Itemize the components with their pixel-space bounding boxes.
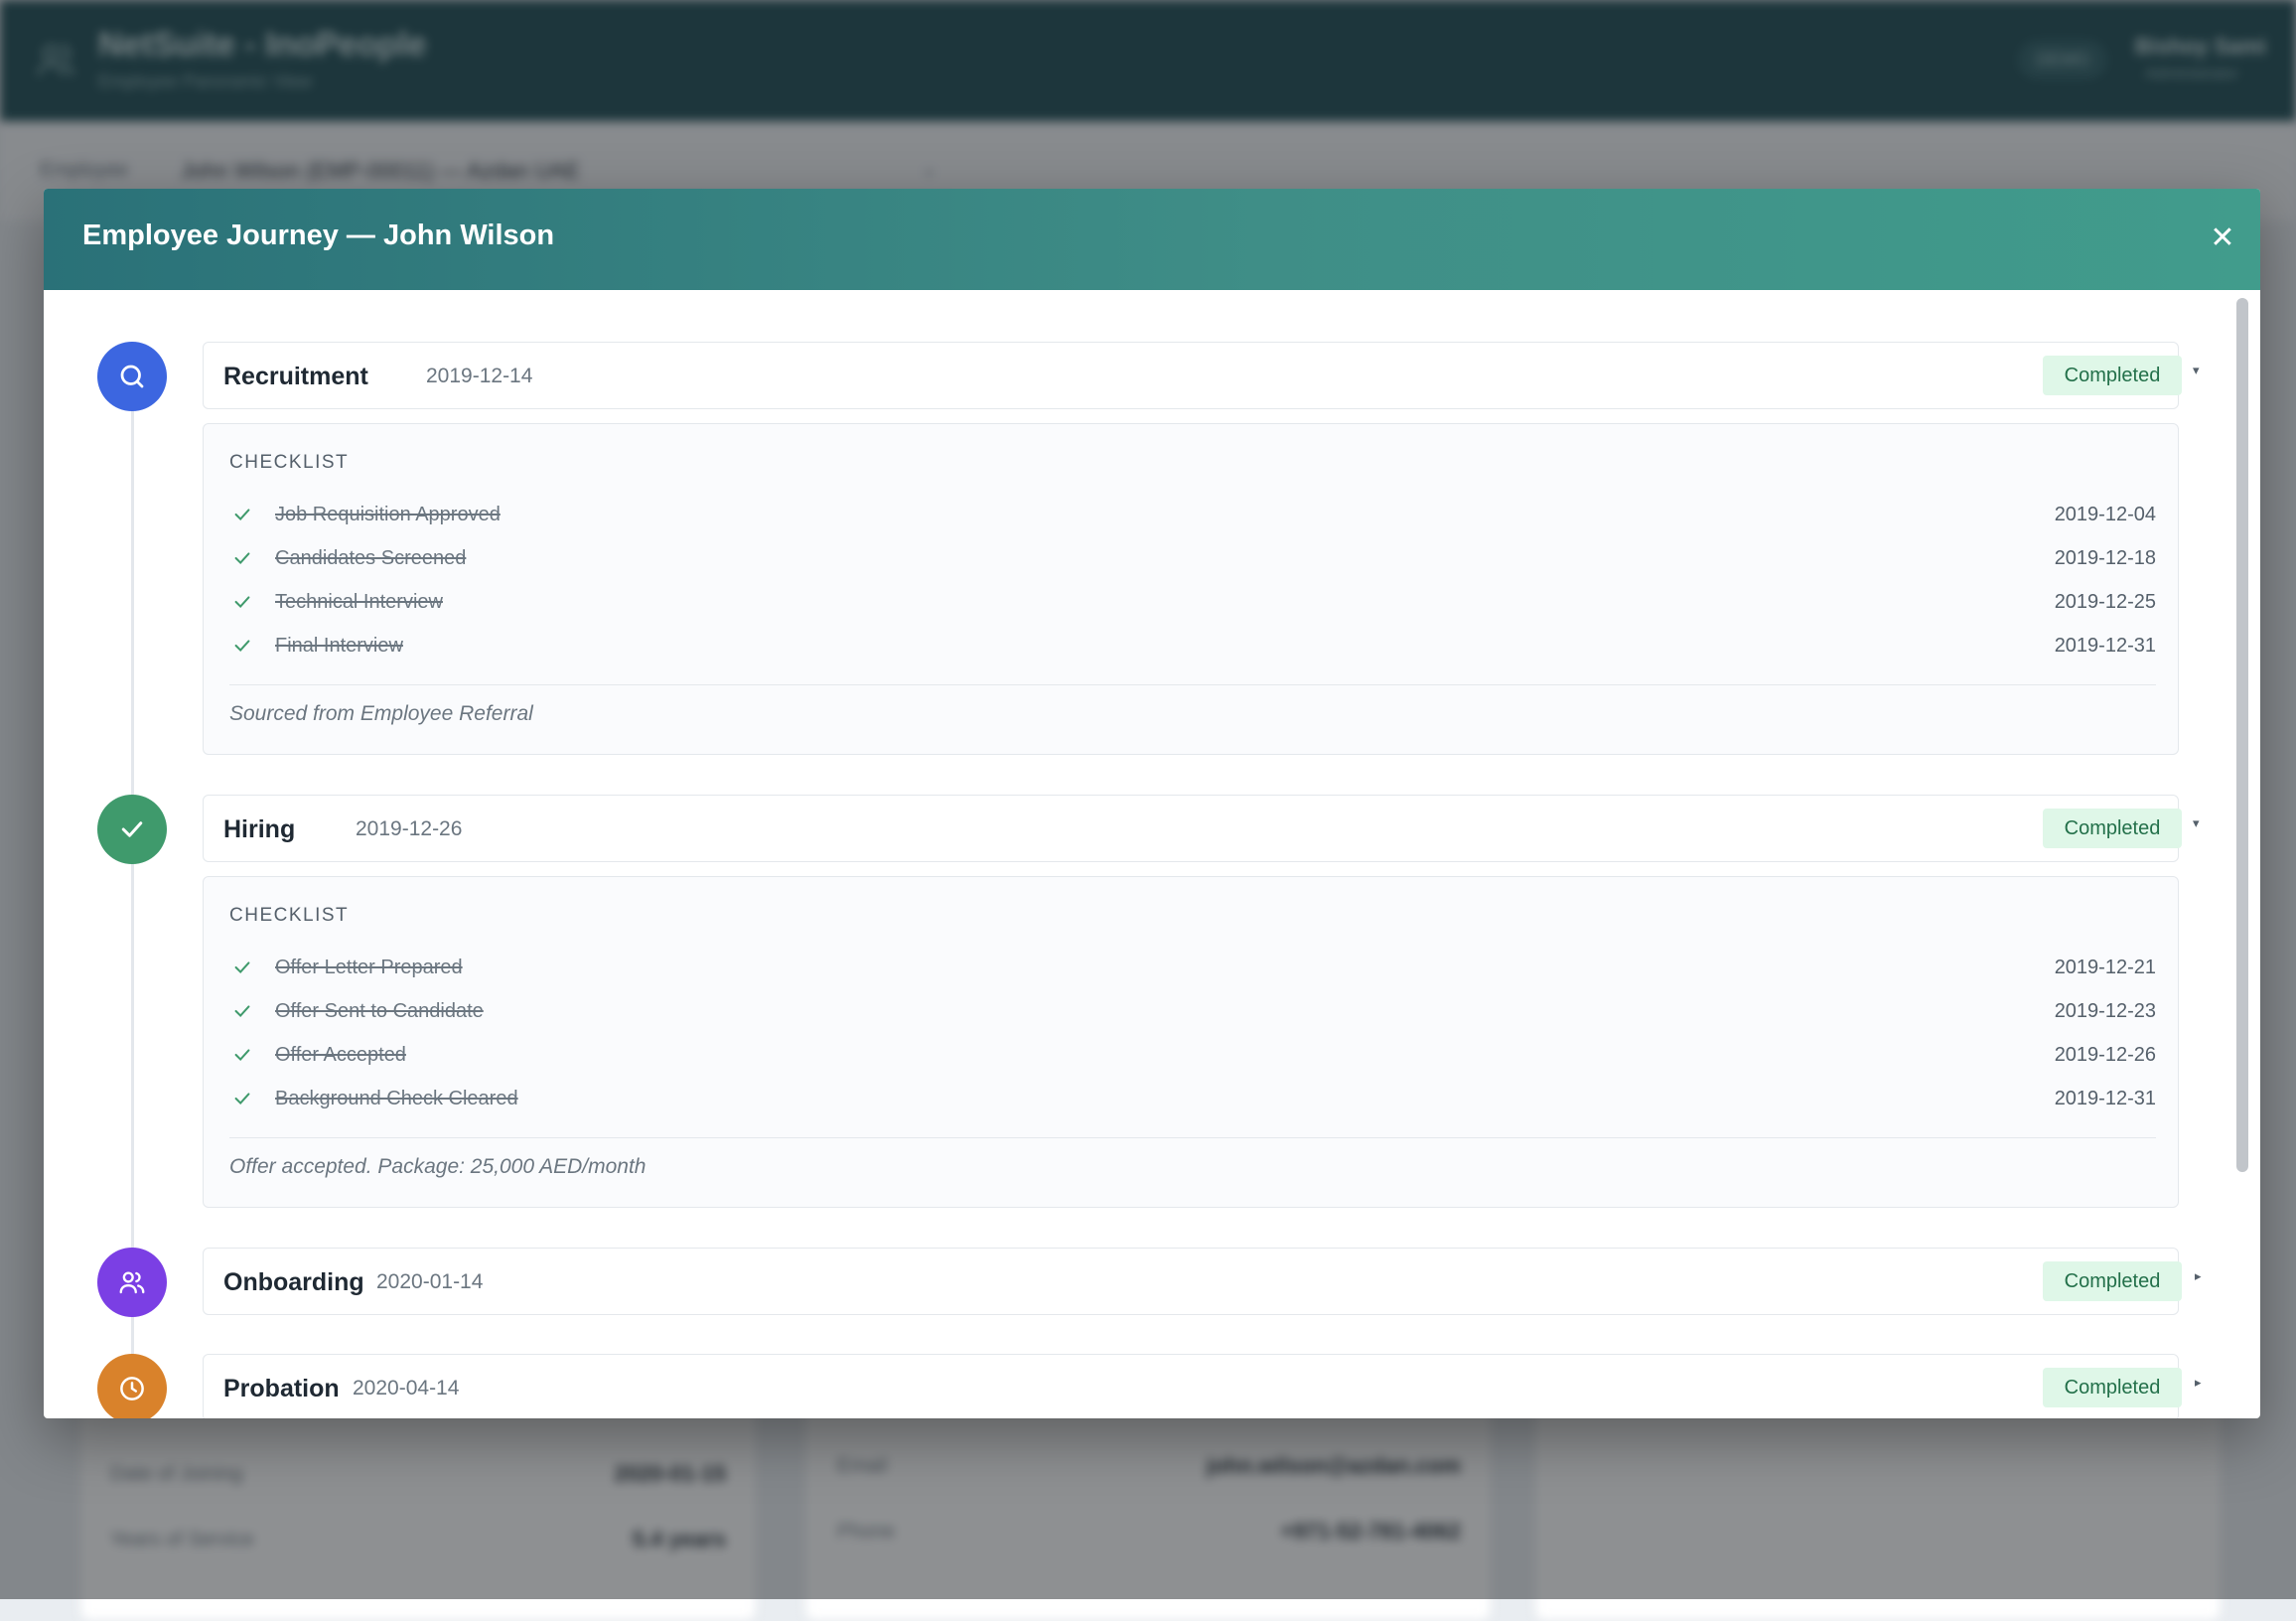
stage-note: Sourced from Employee Referral: [229, 702, 533, 725]
stage-name: Hiring: [223, 815, 296, 843]
divider: [229, 1137, 2156, 1138]
checklist-item-label: Final Interview: [275, 635, 403, 657]
stage-name: Recruitment: [223, 363, 368, 390]
scrollbar[interactable]: [2232, 298, 2252, 1410]
checklist-item-date: 2019-12-23: [2054, 1000, 2156, 1022]
stage-name: Onboarding: [223, 1268, 364, 1296]
checklist-item-date: 2019-12-31: [2054, 1088, 2156, 1109]
stage-date: 2019-12-14: [426, 365, 533, 387]
status-badge: Completed: [2043, 809, 2182, 848]
users-icon: [97, 1248, 167, 1317]
stage-header-recruitment[interactable]: Recruitment 2019-12-14 Completed ▾: [203, 342, 2200, 409]
status-badge: Completed: [2043, 1368, 2182, 1407]
checklist-item-label: Offer Sent to Candidate: [275, 1000, 484, 1022]
checklist-item-label: Offer Letter Prepared: [275, 957, 463, 978]
checklist-item-label: Background Check Cleared: [275, 1088, 518, 1109]
checklist-item-date: 2019-12-26: [2054, 1044, 2156, 1066]
checklist-item: Offer Accepted 2019-12-26: [229, 1038, 2156, 1078]
checklist-item: Final Interview 2019-12-31: [229, 629, 2156, 668]
chevron-down-icon[interactable]: ▾: [2193, 363, 2200, 378]
stage-name: Probation: [223, 1375, 340, 1402]
checklist-item-date: 2019-12-21: [2054, 957, 2156, 978]
check-icon: [234, 961, 250, 974]
checklist-hiring: CHECKLIST Offer Letter Prepared 2019-12-…: [203, 876, 2179, 1208]
stage-header-hiring[interactable]: Hiring 2019-12-26 Completed ▾: [203, 795, 2200, 862]
stage-date: 2020-01-14: [376, 1270, 484, 1293]
clock-icon: [97, 1354, 167, 1418]
checklist-heading: CHECKLIST: [229, 452, 350, 473]
stage-header-onboarding[interactable]: Onboarding 2020-01-14 Completed ▸: [203, 1248, 2202, 1315]
checklist-item: Offer Letter Prepared 2019-12-21: [229, 951, 2156, 990]
stage-date: 2019-12-26: [356, 817, 463, 840]
check-icon: [234, 640, 250, 653]
checklist-item-date: 2019-12-04: [2054, 504, 2156, 525]
status-badge: Completed: [2043, 356, 2182, 395]
divider: [229, 684, 2156, 685]
employee-journey-modal: Employee Journey — John Wilson ✕ Recruit…: [44, 189, 2260, 1418]
chevron-right-icon[interactable]: ▸: [2195, 1375, 2202, 1391]
checklist-item-label: Job Requisition Approved: [275, 504, 501, 525]
checklist-item-date: 2019-12-25: [2054, 591, 2156, 613]
stage-note: Offer accepted. Package: 25,000 AED/mont…: [229, 1155, 646, 1178]
checklist-item-label: Technical Interview: [275, 591, 443, 613]
checklist-item: Background Check Cleared 2019-12-31: [229, 1082, 2156, 1121]
checklist-item-date: 2019-12-18: [2054, 547, 2156, 569]
check-icon: [97, 795, 167, 864]
search-icon: [97, 342, 167, 411]
checklist-item-label: Candidates Screened: [275, 547, 467, 569]
checklist-item: Technical Interview 2019-12-25: [229, 585, 2156, 625]
check-icon: [234, 1093, 250, 1105]
close-icon: ✕: [2210, 221, 2235, 254]
modal-body[interactable]: Recruitment 2019-12-14 Completed ▾ CHECK…: [44, 290, 2260, 1418]
scrollbar-thumb[interactable]: [2236, 298, 2248, 1172]
stage-header-probation[interactable]: Probation 2020-04-14 Completed ▸: [203, 1354, 2202, 1418]
check-icon: [234, 552, 250, 565]
chevron-down-icon[interactable]: ▾: [2193, 815, 2200, 831]
stage-date: 2020-04-14: [353, 1377, 460, 1400]
chevron-right-icon[interactable]: ▸: [2195, 1268, 2202, 1284]
status-badge: Completed: [2043, 1261, 2182, 1301]
checklist-heading: CHECKLIST: [229, 905, 350, 926]
check-icon: [234, 509, 250, 521]
modal-header: Employee Journey — John Wilson ✕: [44, 189, 2260, 290]
checklist-item: Candidates Screened 2019-12-18: [229, 541, 2156, 581]
check-icon: [234, 596, 250, 609]
checklist-item: Offer Sent to Candidate 2019-12-23: [229, 994, 2156, 1034]
close-button[interactable]: ✕: [2199, 215, 2246, 262]
checklist-item-date: 2019-12-31: [2054, 635, 2156, 657]
checklist-item-label: Offer Accepted: [275, 1044, 406, 1066]
check-icon: [234, 1005, 250, 1018]
checklist-item: Job Requisition Approved 2019-12-04: [229, 498, 2156, 537]
checklist-recruitment: CHECKLIST Job Requisition Approved 2019-…: [203, 423, 2179, 755]
modal-title: Employee Journey — John Wilson: [82, 220, 555, 251]
check-icon: [234, 1049, 250, 1062]
